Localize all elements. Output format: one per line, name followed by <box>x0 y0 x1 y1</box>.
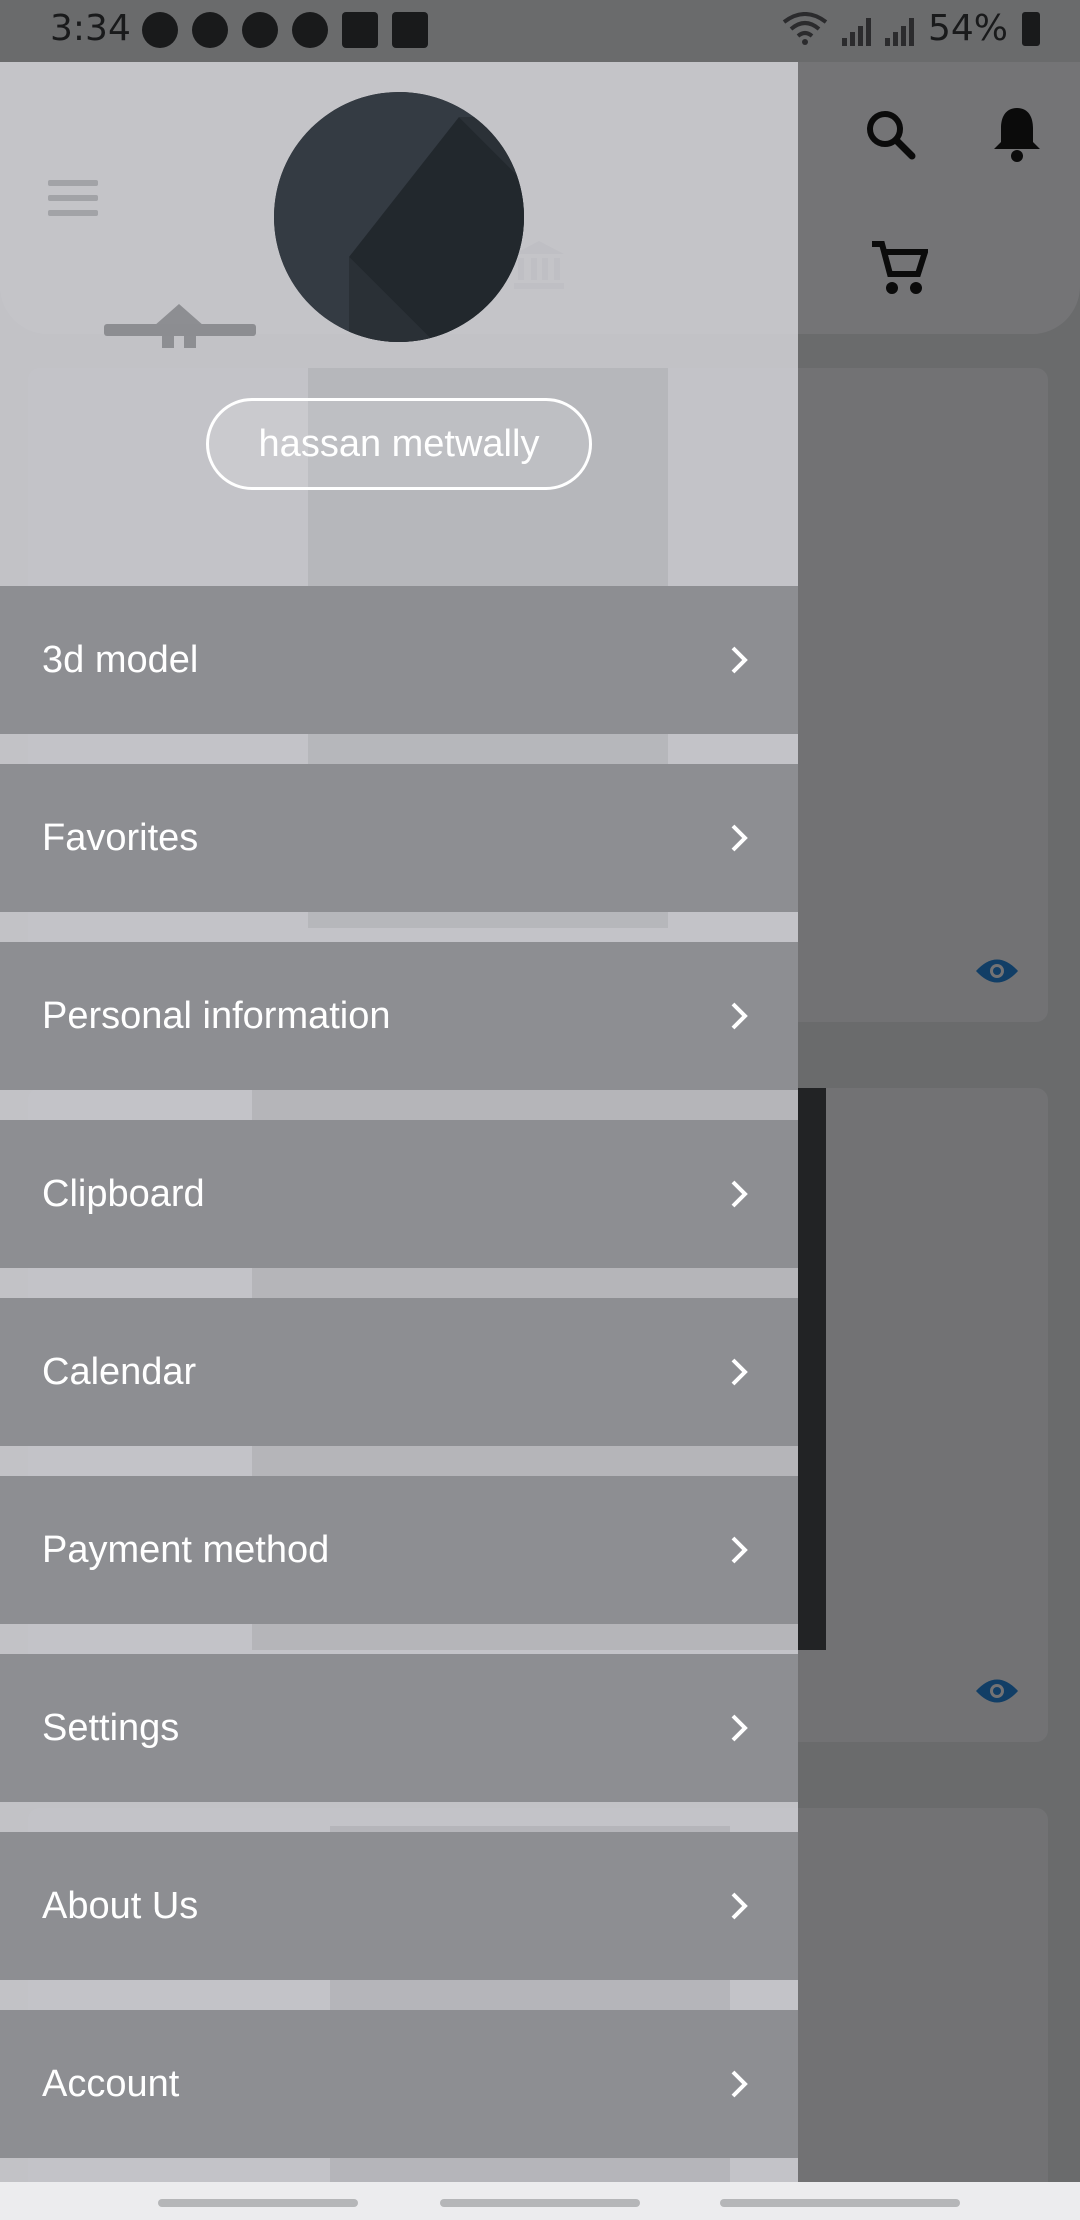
menu-item-label: Favorites <box>42 816 199 859</box>
chevron-right-icon <box>731 1002 748 1030</box>
menu-item-favorites[interactable]: Favorites <box>0 764 798 912</box>
menu-item-account[interactable]: Account <box>0 2010 798 2158</box>
menu-item-label: Account <box>42 2062 180 2105</box>
menu-item-label: About Us <box>42 1884 199 1927</box>
menu-item-label: Settings <box>42 1706 180 1749</box>
menu-item-calendar[interactable]: Calendar <box>0 1298 798 1446</box>
user-name-chip[interactable]: hassan metwally <box>206 398 592 490</box>
navigation-drawer: hassan metwally 3d model Favorites Perso… <box>0 62 798 2182</box>
chevron-right-icon <box>731 1892 748 1920</box>
menu-item-label: Calendar <box>42 1350 197 1393</box>
chevron-right-icon <box>731 1714 748 1742</box>
menu-item-payment-method[interactable]: Payment method <box>0 1476 798 1624</box>
system-navigation-bar <box>0 2182 1080 2220</box>
chevron-right-icon <box>731 1536 748 1564</box>
chevron-right-icon <box>731 1180 748 1208</box>
tab-indicator <box>104 324 256 336</box>
chevron-right-icon <box>731 824 748 852</box>
chevron-right-icon <box>731 1358 748 1386</box>
menu-item-settings[interactable]: Settings <box>0 1654 798 1802</box>
hamburger-menu-icon[interactable] <box>48 180 98 216</box>
nav-recents-handle[interactable] <box>158 2199 358 2207</box>
user-name: hassan metwally <box>258 422 540 465</box>
nav-back-handle[interactable] <box>720 2199 960 2207</box>
nav-home-handle[interactable] <box>440 2199 640 2207</box>
menu-item-personal-information[interactable]: Personal information <box>0 942 798 1090</box>
menu-item-3d-model[interactable]: 3d model <box>0 586 798 734</box>
chevron-right-icon <box>731 646 748 674</box>
chevron-right-icon <box>731 2070 748 2098</box>
menu-item-label: Payment method <box>42 1528 330 1571</box>
menu-item-label: Clipboard <box>42 1172 205 1215</box>
menu-item-label: Personal information <box>42 994 391 1037</box>
avatar[interactable] <box>274 92 524 342</box>
menu-item-clipboard[interactable]: Clipboard <box>0 1120 798 1268</box>
menu-item-label: 3d model <box>42 638 199 681</box>
menu-item-about-us[interactable]: About Us <box>0 1832 798 1980</box>
